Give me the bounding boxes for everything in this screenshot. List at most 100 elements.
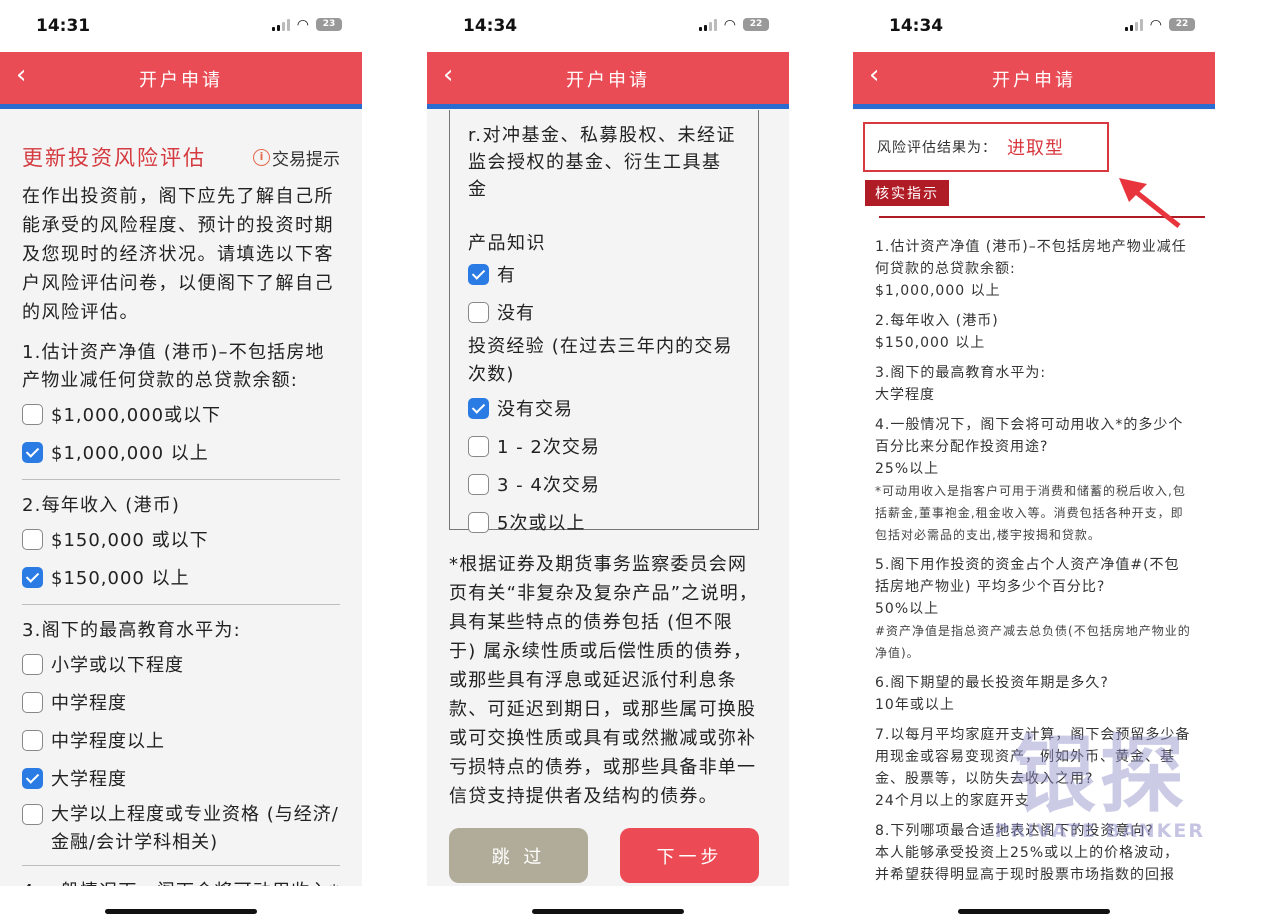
option-label: 有	[497, 265, 516, 286]
checkbox-icon[interactable]	[22, 804, 43, 825]
nav-underline	[853, 104, 1215, 109]
checkbox-icon[interactable]	[22, 729, 43, 751]
signal-icon	[1124, 18, 1143, 31]
answer-question: 1.估计资产净值 (港币)–不包括房地产物业减任何贷款的总贷款余额:	[875, 239, 1187, 277]
checkbox-checked-icon[interactable]	[468, 397, 489, 419]
divider	[22, 604, 340, 605]
option-label: $1,000,000或以下	[51, 405, 222, 426]
status-icons: ◠ 22	[1124, 18, 1195, 32]
checkbox-icon[interactable]	[468, 301, 489, 323]
answer-question: 8.下列哪项最合适地表达阁下的投资意向?	[875, 823, 1154, 839]
section-title: 更新投资风险评估	[22, 146, 206, 170]
status-icons: ◠ 22	[698, 16, 769, 33]
answer-question: 3.阁下的最高教育水平为:	[875, 365, 1047, 381]
nav-bar: ‹ 开户申请	[853, 52, 1215, 104]
status-bar: 14:34 ◠ 22	[427, 0, 789, 52]
option-label: $1,000,000 以上	[51, 443, 209, 464]
checkbox-checked-icon[interactable]	[22, 566, 43, 588]
q1-option-2[interactable]: $1,000,000 以上	[22, 433, 340, 471]
intro-text: 在作出投资前，阁下应先了解自己所能承受的风险程度、预计的投资时期及您现时的经济状…	[22, 186, 334, 323]
arrow-annotation-icon	[1119, 178, 1181, 228]
signal-icon	[271, 18, 290, 31]
option-label: 没有	[497, 303, 535, 324]
nav-bar: ‹ 开户申请	[427, 52, 789, 104]
trade-tip-label: 交易提示	[272, 149, 340, 170]
home-indicator	[0, 886, 362, 923]
wifi-icon: ◠	[296, 16, 309, 33]
option-label: 大学以上程度或专业资格 (与经济/金融/会计学科相关)	[51, 804, 339, 853]
q2-option-2[interactable]: $150,000 以上	[22, 558, 340, 596]
signal-icon	[698, 18, 717, 31]
skip-button[interactable]: 跳 过	[449, 828, 588, 883]
answer-footnote: *可动用收入是指客户可用于消费和储蓄的税后收入,包括薪金,董事袍金,租金收入等。…	[875, 484, 1186, 542]
checkbox-checked-icon[interactable]	[22, 767, 43, 789]
answer-value: 10年或以上	[875, 697, 955, 713]
answer-value: 大学程度	[875, 387, 935, 403]
checkbox-icon[interactable]	[468, 435, 489, 457]
answer-footnote: #资产净值是指总资产减去总负债(不包括房地产物业的净值)。	[875, 624, 1191, 660]
knowledge-option-no[interactable]: 没有	[468, 293, 740, 331]
option-label: 3 - 4次交易	[497, 475, 600, 496]
checkbox-icon[interactable]	[468, 473, 489, 495]
bond-note: *根据证券及期货事务监察委员会网页有关“非复杂及复杂产品”之说明，具有某些特点的…	[449, 554, 759, 807]
checkbox-icon[interactable]	[22, 528, 43, 550]
form-content[interactable]: r.对冲基金、私募股权、未经证监会授权的基金、衍生工具基金 产品知识 有 没有 …	[427, 110, 789, 886]
page-title: 开户申请	[992, 70, 1076, 91]
page-title: 开户申请	[139, 70, 223, 91]
option-label: $150,000 或以下	[51, 530, 209, 551]
answer-question: 6.阁下期望的最长投资年期是多久?	[875, 675, 1109, 691]
experience-option-1[interactable]: 没有交易	[468, 389, 740, 427]
battery-icon: 22	[1169, 18, 1195, 31]
option-label: 中学程度以上	[51, 731, 165, 752]
divider	[22, 479, 340, 480]
option-label: 5次或以上	[497, 513, 586, 534]
option-label: 中学程度	[51, 693, 127, 714]
q2-option-1[interactable]: $150,000 或以下	[22, 520, 340, 558]
status-time: 14:34	[889, 16, 944, 36]
question-3: 3.阁下的最高教育水平为:	[22, 620, 241, 641]
q3-option-2[interactable]: 中学程度	[22, 683, 340, 721]
checkbox-checked-icon[interactable]	[468, 263, 489, 285]
trade-tip-link[interactable]: i 交易提示	[253, 145, 340, 170]
option-label: 大学程度	[51, 769, 127, 790]
status-icons: ◠ 23	[271, 16, 342, 33]
q3-option-1[interactable]: 小学或以下程度	[22, 645, 340, 683]
answer-value: 25%以上	[875, 461, 940, 477]
answer-value: 本人能够承受投资上25%或以上的价格波动，并希望获得明显高于现时股票市场指数的回…	[875, 845, 1180, 883]
q1-option-1[interactable]: $1,000,000或以下	[22, 395, 340, 433]
checkbox-icon[interactable]	[22, 403, 43, 425]
nav-bar: ‹ 开户申请	[0, 52, 362, 104]
answer-value: 24个月以上的家庭开支	[875, 793, 1030, 809]
knowledge-option-yes[interactable]: 有	[468, 255, 740, 293]
experience-option-3[interactable]: 3 - 4次交易	[468, 465, 740, 503]
result-label: 风险评估结果为：	[877, 140, 997, 156]
answer-value: $1,000,000 以上	[875, 283, 1001, 299]
checkbox-icon[interactable]	[22, 691, 43, 713]
phone-screen-risk-assessment: 14:31 ◠ 23 ‹ 开户申请 更新投资风险评估 i 交易提示 在作出投资前…	[0, 0, 362, 923]
nav-underline	[0, 104, 362, 109]
section-header: 更新投资风险评估 i 交易提示	[22, 142, 340, 172]
next-button[interactable]: 下一步	[620, 828, 759, 883]
verify-button[interactable]: 核实指示	[865, 180, 949, 206]
phone-screen-assessment-result: 14:34 ◠ 22 ‹ 开户申请 风险评估结果为： 进取型 核实指示 1.估计…	[853, 0, 1215, 923]
checkbox-icon[interactable]	[468, 511, 489, 533]
wifi-icon: ◠	[723, 16, 736, 33]
answer-question: 7.以每月平均家庭开支计算，阁下会预留多少备用现金或容易变现资产，例如外币、黄金…	[875, 727, 1191, 787]
battery-icon: 22	[743, 18, 769, 31]
checkbox-checked-icon[interactable]	[22, 441, 43, 463]
form-content[interactable]: 更新投资风险评估 i 交易提示 在作出投资前，阁下应先了解自己所能承受的风险程度…	[0, 110, 362, 886]
checkbox-icon[interactable]	[22, 653, 43, 675]
question-4-partial: 4.一般情况下，阁下会将可动用收入*	[22, 878, 340, 886]
status-time: 14:34	[463, 16, 518, 36]
option-label: 小学或以下程度	[51, 655, 184, 676]
q3-option-4[interactable]: 大学程度	[22, 759, 340, 797]
experience-option-2[interactable]: 1 - 2次交易	[468, 427, 740, 465]
result-content[interactable]: 风险评估结果为： 进取型 核实指示 1.估计资产净值 (港币)–不包括房地产物业…	[853, 110, 1215, 886]
question-2: 2.每年收入 (港币)	[22, 495, 181, 516]
q3-option-3[interactable]: 中学程度以上	[22, 721, 340, 759]
q3-option-5[interactable]: 大学以上程度或专业资格 (与经济/金融/会计学科相关)	[22, 797, 340, 857]
experience-option-4[interactable]: 5次或以上	[468, 503, 740, 541]
page-title: 开户申请	[566, 70, 650, 91]
answer-value: 50%以上	[875, 601, 940, 617]
nav-underline	[427, 104, 789, 109]
